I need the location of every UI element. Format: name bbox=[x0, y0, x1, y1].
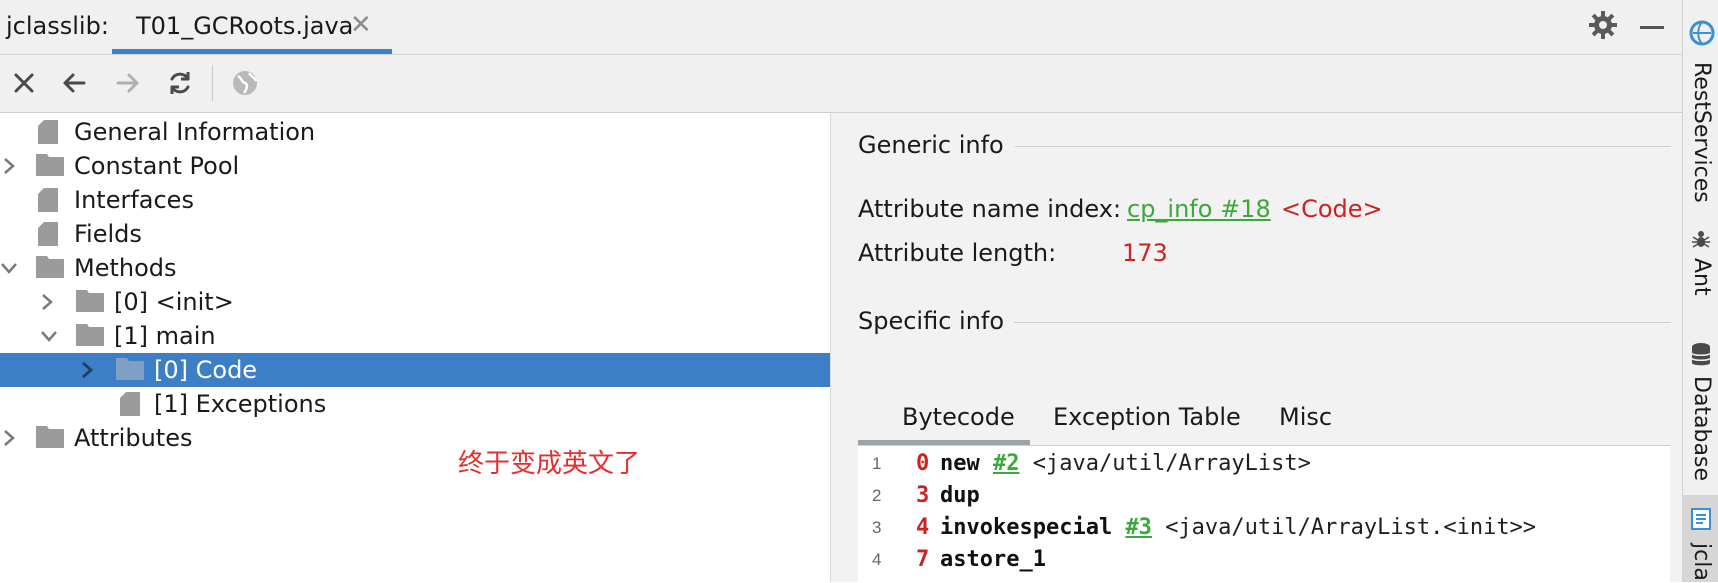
tab-t01-gcroots[interactable]: T01_GCRoots.java ✕ bbox=[112, 0, 392, 54]
folder-icon bbox=[116, 358, 144, 380]
tree-item-method-main[interactable]: [1] main bbox=[0, 319, 830, 353]
folder-icon bbox=[76, 290, 104, 312]
tab-close-icon[interactable]: ✕ bbox=[350, 10, 372, 40]
tab-misc[interactable]: Misc bbox=[1279, 403, 1332, 431]
tree-item-label: [0] <init> bbox=[114, 288, 234, 316]
tree-item-constant-pool[interactable]: Constant Pool bbox=[0, 149, 830, 183]
tab-bytecode[interactable]: Bytecode bbox=[902, 403, 1015, 431]
line-number: 3 bbox=[872, 518, 882, 537]
attr-length-label: Attribute length: bbox=[858, 239, 1057, 267]
editor-tab-bar: jclasslib: T01_GCRoots.java ✕ bbox=[0, 0, 1682, 55]
section-divider bbox=[1015, 146, 1671, 147]
ant-icon bbox=[1692, 231, 1710, 248]
file-icon bbox=[38, 188, 58, 212]
folder-icon bbox=[36, 256, 64, 278]
file-icon bbox=[38, 222, 58, 246]
minimize-icon[interactable] bbox=[1640, 26, 1664, 29]
opcode: dup bbox=[940, 483, 980, 508]
opcode: new bbox=[940, 451, 980, 476]
file-icon bbox=[38, 120, 58, 144]
active-tab-indicator bbox=[112, 49, 392, 54]
database-icon bbox=[1691, 343, 1711, 366]
specific-info-title: Specific info bbox=[858, 307, 1005, 335]
tree-item-fields[interactable]: Fields bbox=[0, 217, 830, 251]
tool-window-restservices[interactable]: RestServices bbox=[1689, 62, 1714, 203]
chevron-right-icon[interactable] bbox=[76, 359, 98, 381]
line-number: 1 bbox=[872, 454, 882, 473]
bytecode-comment: <java/util/ArrayList.<init>> bbox=[1165, 515, 1537, 540]
tool-window-jclasslib-label: jcla bbox=[1689, 543, 1714, 581]
bytecode-comment: <java/util/ArrayList> bbox=[1032, 451, 1311, 476]
tree-item-label: Constant Pool bbox=[74, 152, 240, 180]
tree-item-code[interactable]: [0] Code bbox=[0, 353, 830, 387]
toolbar bbox=[0, 55, 1682, 113]
chevron-down-icon[interactable] bbox=[38, 325, 60, 347]
folder-icon bbox=[36, 426, 64, 448]
section-divider bbox=[1014, 322, 1671, 323]
bytecode-offset: 4 bbox=[916, 515, 930, 540]
tree-item-method-init[interactable]: [0] <init> bbox=[0, 285, 830, 319]
tree-item-general-information[interactable]: General Information bbox=[0, 115, 830, 149]
globe-icon[interactable] bbox=[229, 67, 261, 99]
tree-item-label: Methods bbox=[74, 254, 177, 282]
tree-item-methods[interactable]: Methods bbox=[0, 251, 830, 285]
class-structure-tree: General Information Constant Pool Interf… bbox=[0, 113, 831, 582]
tool-window-strip: RestServices Ant Database jcla bbox=[1682, 0, 1718, 582]
toolbar-separator bbox=[212, 65, 213, 101]
constant-pool-ref-link[interactable]: #2 bbox=[993, 451, 1020, 476]
generic-info-title: Generic info bbox=[858, 131, 1004, 159]
attr-length-value: 173 bbox=[1122, 239, 1168, 267]
close-icon[interactable] bbox=[8, 67, 40, 99]
attr-name-index-label: Attribute name index: bbox=[858, 195, 1122, 223]
chevron-right-icon[interactable] bbox=[0, 427, 20, 449]
chevron-right-icon[interactable] bbox=[0, 155, 20, 177]
tree-item-label: General Information bbox=[74, 118, 316, 146]
bytecode-offset: 3 bbox=[916, 483, 930, 508]
refresh-icon[interactable] bbox=[164, 67, 196, 99]
chevron-down-icon[interactable] bbox=[0, 257, 20, 279]
back-arrow-icon[interactable] bbox=[58, 67, 90, 99]
annotation-note: 终于变成英文了 bbox=[458, 449, 641, 479]
attr-name-index-link[interactable]: cp_info #18 bbox=[1127, 195, 1271, 223]
bytecode-line: 4 7 astore_1 bbox=[858, 544, 1670, 576]
bytecode-line: 1 0 new #2 <java/util/ArrayList> bbox=[858, 448, 1670, 480]
tool-window-jclasslib-active[interactable]: jcla bbox=[1683, 495, 1718, 582]
chevron-right-icon[interactable] bbox=[36, 291, 58, 313]
constant-pool-ref-link[interactable]: #3 bbox=[1125, 515, 1152, 540]
attribute-detail-panel: Generic info Attribute name index: cp_in… bbox=[831, 113, 1682, 583]
bytecode-line: 2 3 dup bbox=[858, 480, 1670, 512]
folder-icon bbox=[36, 154, 64, 176]
tab-exception-table[interactable]: Exception Table bbox=[1053, 403, 1241, 431]
tree-item-label: Interfaces bbox=[74, 186, 194, 214]
opcode: invokespecial bbox=[940, 515, 1113, 540]
tree-item-label: [1] main bbox=[114, 322, 216, 350]
bytecode-offset: 7 bbox=[916, 547, 930, 572]
forward-arrow-icon[interactable] bbox=[112, 67, 144, 99]
file-icon bbox=[120, 392, 140, 416]
rest-services-icon bbox=[1689, 20, 1715, 46]
bytecode-line: 3 4 invokespecial #3 <java/util/ArrayLis… bbox=[858, 512, 1670, 544]
folder-icon bbox=[76, 324, 104, 346]
attr-name-index-value: <Code> bbox=[1281, 195, 1383, 223]
tree-item-attributes[interactable]: Attributes bbox=[0, 421, 830, 455]
opcode: astore_1 bbox=[940, 547, 1046, 572]
tool-window-ant[interactable]: Ant bbox=[1689, 258, 1714, 296]
line-number: 2 bbox=[872, 486, 882, 505]
tree-item-label: [0] Code bbox=[154, 356, 258, 384]
tree-item-label: Fields bbox=[74, 220, 142, 248]
jclasslib-icon bbox=[1691, 508, 1711, 530]
tool-window-title: jclasslib: bbox=[6, 12, 109, 40]
gear-icon[interactable] bbox=[1588, 10, 1618, 40]
tree-item-label: [1] Exceptions bbox=[154, 390, 327, 418]
bytecode-view[interactable]: 1 0 new #2 <java/util/ArrayList> 2 3 dup… bbox=[858, 445, 1670, 583]
tool-window-database[interactable]: Database bbox=[1689, 376, 1714, 481]
tab-label: T01_GCRoots.java bbox=[136, 12, 354, 40]
bytecode-offset: 0 bbox=[916, 451, 930, 476]
line-number: 4 bbox=[872, 550, 882, 569]
tree-item-exceptions[interactable]: [1] Exceptions bbox=[0, 387, 830, 421]
tree-item-label: Attributes bbox=[74, 424, 193, 452]
tree-item-interfaces[interactable]: Interfaces bbox=[0, 183, 830, 217]
